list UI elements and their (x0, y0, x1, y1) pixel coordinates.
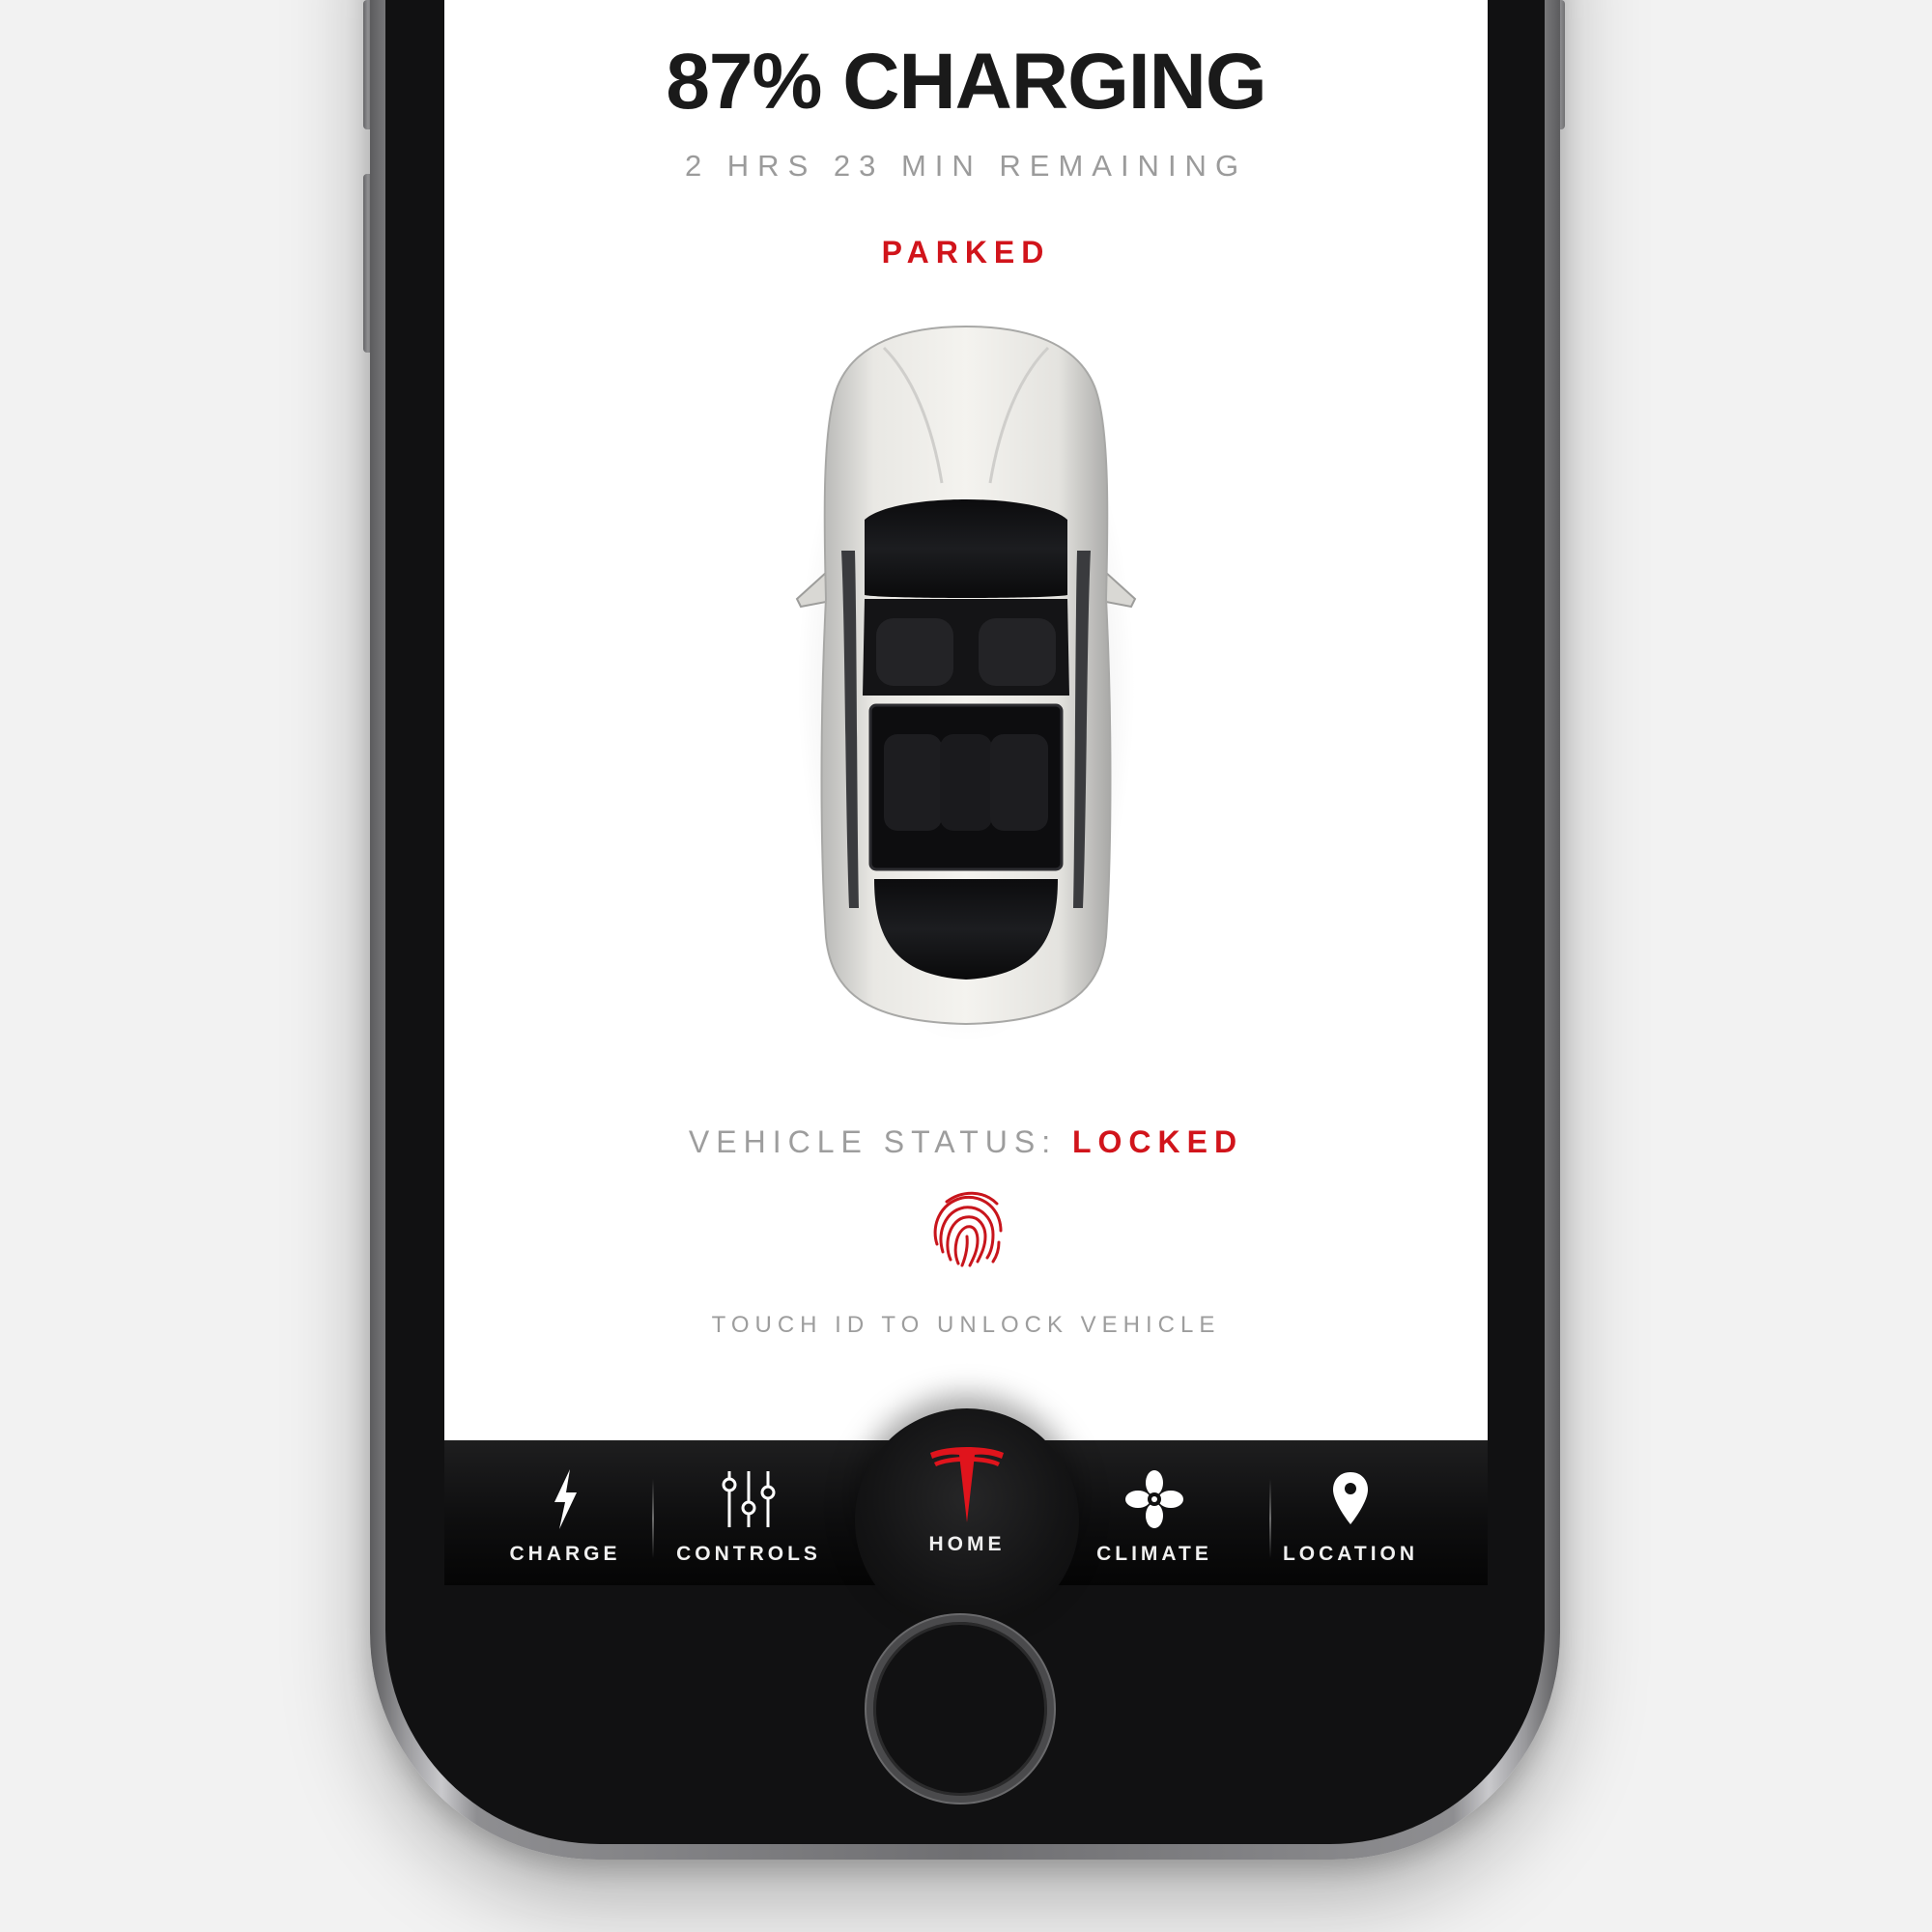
sliders-icon (720, 1465, 778, 1533)
tab-climate[interactable]: CLIMATE (1072, 1440, 1236, 1585)
tab-location-label: LOCATION (1282, 1543, 1419, 1565)
tab-divider (652, 1479, 654, 1558)
app-screen: 87% CHARGING 2 HRS 23 MIN REMAINING PARK… (444, 0, 1488, 1584)
phone-home-button[interactable] (867, 1615, 1054, 1803)
fan-icon (1125, 1465, 1183, 1533)
tab-home[interactable]: HOME (855, 1408, 1079, 1633)
car-top-view-image[interactable] (787, 309, 1145, 1043)
vehicle-status-value: LOCKED (1071, 1124, 1244, 1159)
tab-location[interactable]: LOCATION (1254, 1440, 1447, 1585)
charge-status-title: 87% CHARGING (666, 38, 1266, 126)
drive-state-label: PARKED (881, 235, 1051, 270)
touch-id-hint: TOUCH ID TO UNLOCK VEHICLE (711, 1312, 1221, 1338)
time-remaining-text: 2 HRS 23 MIN REMAINING (684, 149, 1248, 183)
vehicle-status: VEHICLE STATUS: LOCKED (444, 1124, 1488, 1160)
lightning-bolt-icon (551, 1465, 580, 1533)
tab-charge[interactable]: CHARGE (483, 1440, 647, 1585)
tab-home-label: HOME (928, 1533, 1006, 1555)
tesla-logo-icon (928, 1447, 1006, 1529)
vehicle-status-label: VEHICLE STATUS: (688, 1124, 1058, 1159)
tab-charge-label: CHARGE (509, 1543, 621, 1565)
map-pin-icon (1331, 1465, 1370, 1533)
tab-controls-label: CONTROLS (676, 1543, 821, 1565)
fingerprint-icon[interactable] (923, 1184, 1010, 1271)
tab-controls[interactable]: CONTROLS (662, 1440, 836, 1585)
tab-climate-label: CLIMATE (1096, 1543, 1212, 1565)
